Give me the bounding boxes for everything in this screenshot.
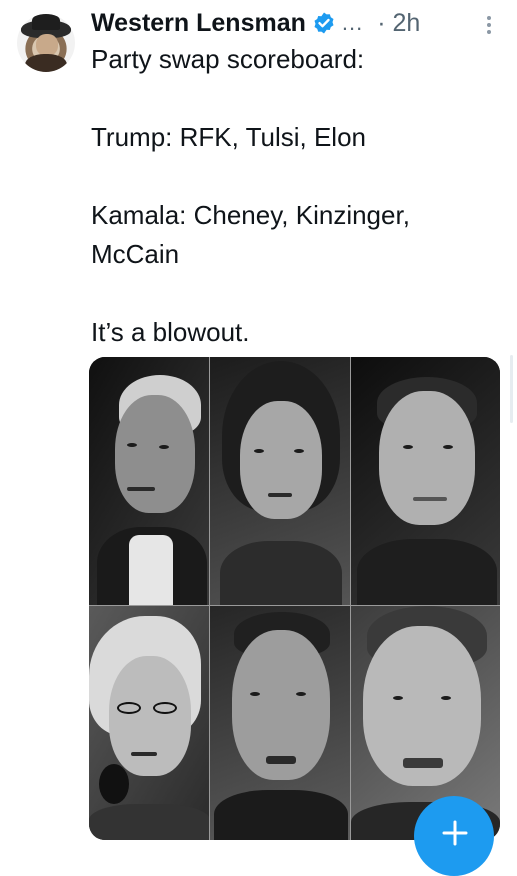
author-name[interactable]: Western Lensman bbox=[91, 9, 306, 38]
avatar-face bbox=[36, 34, 58, 56]
tweet-image[interactable] bbox=[89, 357, 500, 840]
portrait-photo bbox=[351, 357, 500, 606]
tweet-text: Party swap scoreboard: Trump: RFK, Tulsi… bbox=[91, 40, 501, 352]
plus-icon bbox=[442, 820, 468, 846]
line-break bbox=[91, 157, 501, 196]
timestamp[interactable]: · 2h bbox=[377, 9, 420, 38]
tweet-header: Western Lensman ... · 2h bbox=[91, 6, 420, 40]
portrait-photo bbox=[89, 606, 210, 840]
avatar-hat-crown bbox=[32, 14, 60, 30]
tweet-line: Trump: RFK, Tulsi, Elon bbox=[91, 122, 366, 152]
author-overflow: ... bbox=[341, 10, 364, 35]
line-break bbox=[91, 274, 501, 313]
timestamp-value: 2h bbox=[392, 8, 421, 37]
tweet-line: It’s a blowout. bbox=[91, 317, 250, 347]
line-break bbox=[91, 79, 501, 118]
portrait-photo bbox=[89, 357, 210, 606]
compose-button[interactable] bbox=[414, 796, 494, 876]
tweet-line: McCain bbox=[91, 239, 180, 269]
more-vertical-icon[interactable] bbox=[484, 14, 494, 36]
portrait-photo bbox=[210, 606, 351, 840]
avatar-coat bbox=[25, 54, 67, 72]
time-separator: · bbox=[377, 8, 386, 37]
avatar[interactable] bbox=[17, 14, 75, 72]
scroll-indicator bbox=[510, 355, 513, 423]
tweet-line: Kamala: Cheney, Kinzinger, bbox=[91, 200, 410, 230]
tweet[interactable]: Western Lensman ... · 2h Party swap scor… bbox=[0, 0, 517, 876]
portrait-photo bbox=[210, 357, 351, 606]
verified-badge-icon bbox=[314, 12, 334, 34]
tweet-line: Party swap scoreboard: bbox=[91, 44, 365, 74]
